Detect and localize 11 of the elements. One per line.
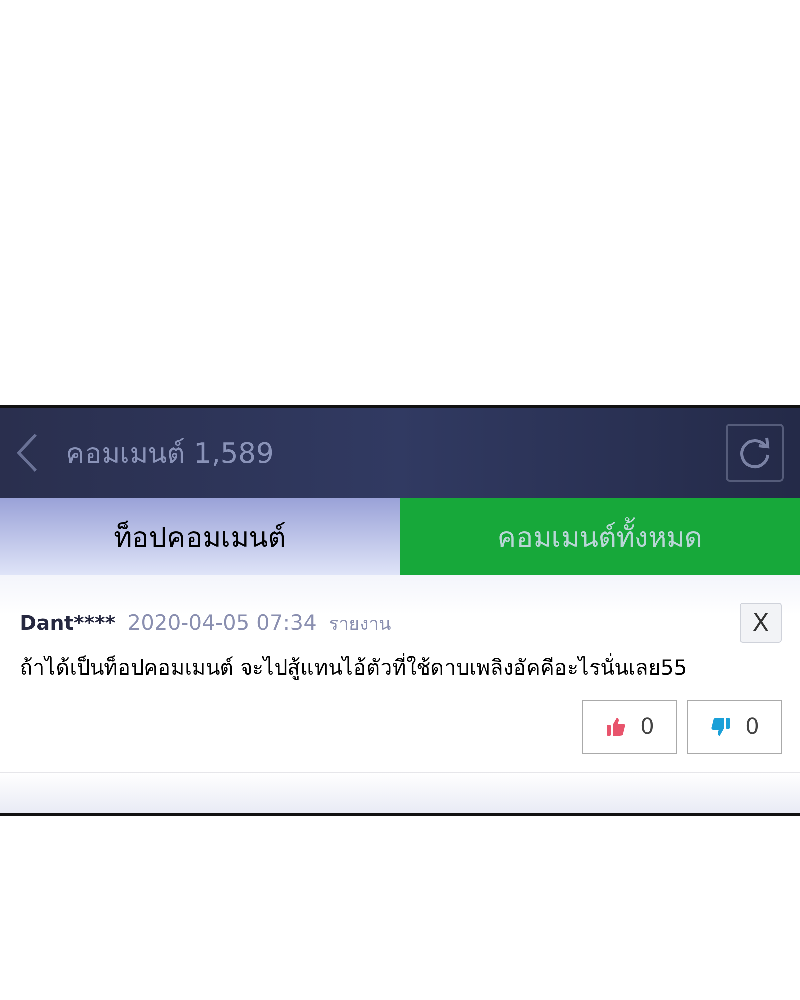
thumbs-down-icon (710, 716, 732, 738)
thumbs-up-icon (604, 716, 626, 738)
refresh-button[interactable] (726, 424, 784, 482)
close-button[interactable]: X (740, 603, 782, 643)
header-title: คอมเมนต์ 1,589 (66, 436, 276, 472)
like-button[interactable]: 0 (582, 700, 677, 754)
tab[interactable]: ท็อปคอมเมนต์ (0, 498, 400, 575)
dislike-button[interactable]: 0 (687, 700, 782, 754)
comment-date: 2020-04-05 07:34 (128, 611, 317, 635)
author-name: Dant**** (20, 611, 116, 635)
comment-text: ถ้าได้เป็นท็อปคอมเมนต์ จะไปสู้แทนไอ้ตัวที่ใช้ดาบเพลิงอัคคีอะไรนั่นเลย55 (20, 651, 782, 684)
